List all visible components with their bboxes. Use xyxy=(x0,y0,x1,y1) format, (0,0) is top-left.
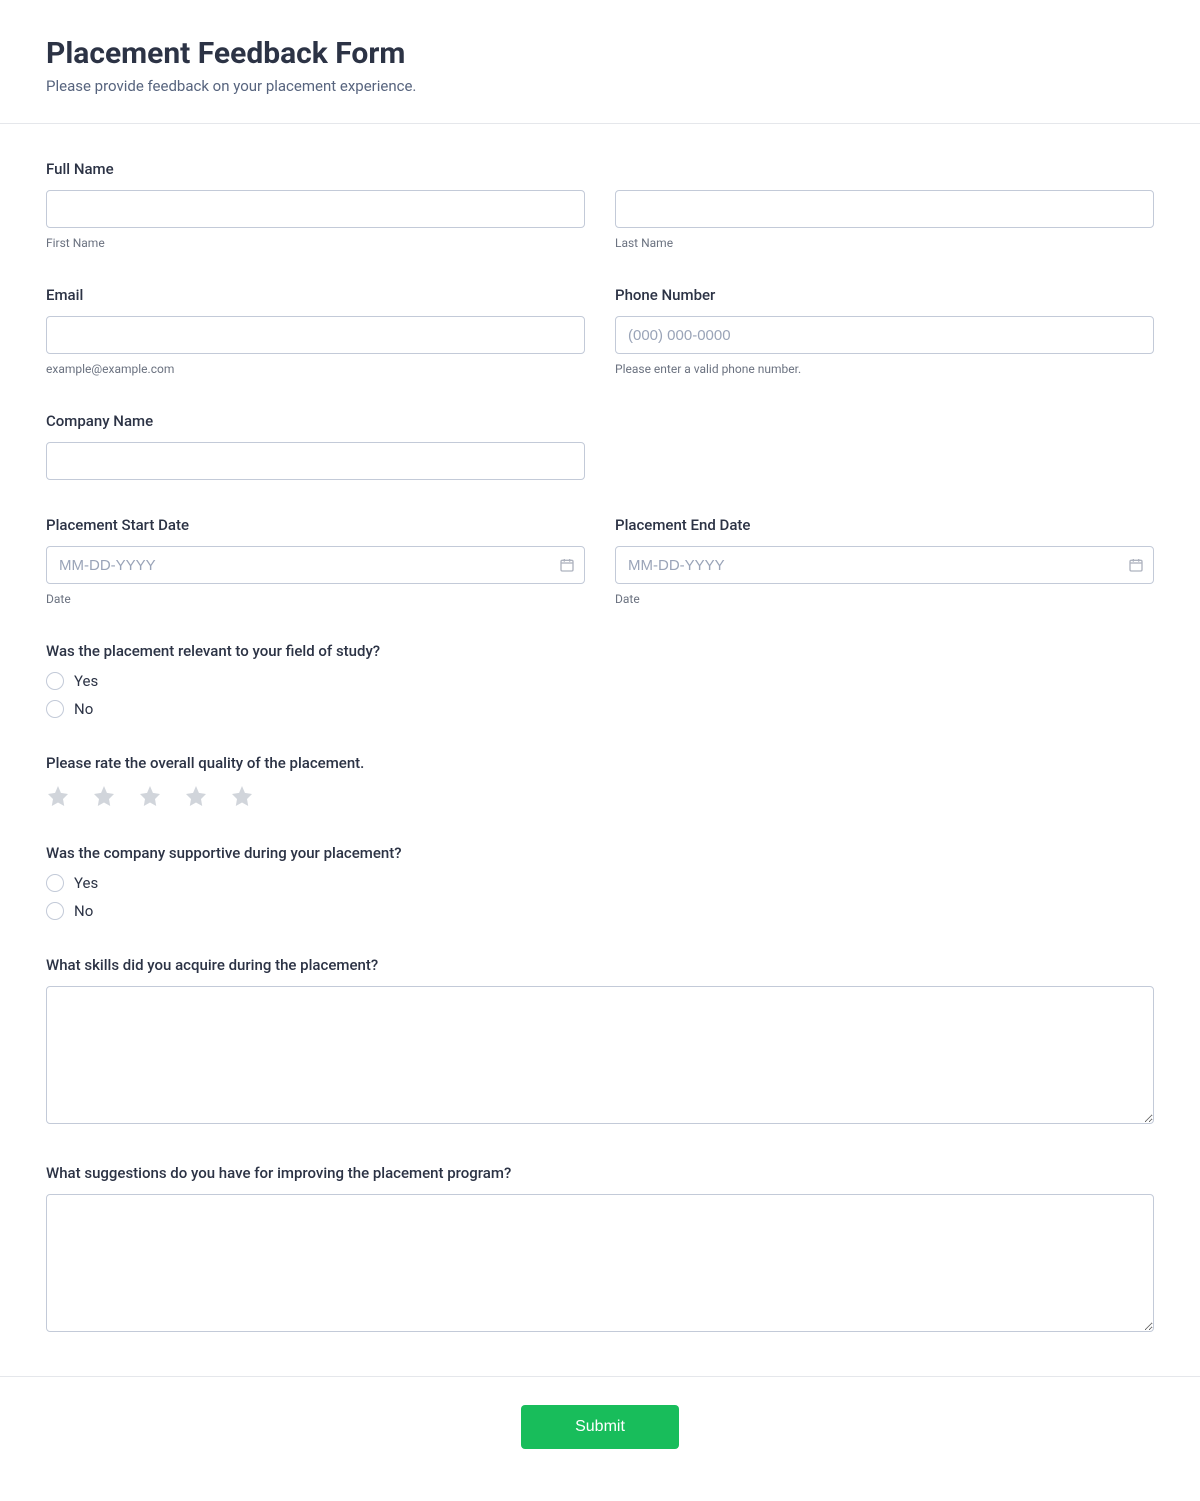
first-name-input[interactable] xyxy=(46,190,585,228)
phone-input[interactable] xyxy=(615,316,1154,354)
last-name-input[interactable] xyxy=(615,190,1154,228)
radio-icon xyxy=(46,874,64,892)
form-title: Placement Feedback Form xyxy=(46,36,1154,71)
form-footer: Submit xyxy=(0,1376,1200,1489)
calendar-icon xyxy=(1128,557,1144,573)
suggestions-textarea[interactable] xyxy=(46,1194,1154,1332)
supportive-no-label: No xyxy=(74,902,93,920)
form-header: Placement Feedback Form Please provide f… xyxy=(0,0,1200,124)
skills-label: What skills did you acquire during the p… xyxy=(46,956,1154,974)
first-name-sublabel: First Name xyxy=(46,236,585,250)
form-subtitle: Please provide feedback on your placemen… xyxy=(46,77,1154,95)
email-label: Email xyxy=(46,286,585,304)
supportive-yes-option[interactable]: Yes xyxy=(46,874,1154,892)
end-date-sublabel: Date xyxy=(615,592,1154,606)
phone-sublabel: Please enter a valid phone number. xyxy=(615,362,1154,376)
relevant-yes-option[interactable]: Yes xyxy=(46,672,1154,690)
relevant-yes-label: Yes xyxy=(74,672,98,690)
skills-textarea[interactable] xyxy=(46,986,1154,1124)
star-icon[interactable] xyxy=(138,784,162,808)
star-icon[interactable] xyxy=(46,784,70,808)
relevant-no-label: No xyxy=(74,700,93,718)
supportive-label: Was the company supportive during your p… xyxy=(46,844,1154,862)
radio-icon xyxy=(46,672,64,690)
phone-label: Phone Number xyxy=(615,286,1154,304)
suggestions-label: What suggestions do you have for improvi… xyxy=(46,1164,1154,1182)
supportive-no-option[interactable]: No xyxy=(46,902,1154,920)
calendar-icon xyxy=(559,557,575,573)
full-name-label: Full Name xyxy=(46,160,1154,178)
relevant-no-option[interactable]: No xyxy=(46,700,1154,718)
quality-label: Please rate the overall quality of the p… xyxy=(46,754,1154,772)
relevant-label: Was the placement relevant to your field… xyxy=(46,642,1154,660)
end-date-input[interactable] xyxy=(615,546,1154,584)
start-date-label: Placement Start Date xyxy=(46,516,585,534)
email-sublabel: example@example.com xyxy=(46,362,585,376)
star-icon[interactable] xyxy=(184,784,208,808)
email-input[interactable] xyxy=(46,316,585,354)
form-body: Full Name First Name Last Name Email xyxy=(0,124,1200,1376)
start-date-sublabel: Date xyxy=(46,592,585,606)
last-name-sublabel: Last Name xyxy=(615,236,1154,250)
start-date-input[interactable] xyxy=(46,546,585,584)
star-icon[interactable] xyxy=(92,784,116,808)
company-input[interactable] xyxy=(46,442,585,480)
star-rating xyxy=(46,784,1154,808)
supportive-yes-label: Yes xyxy=(74,874,98,892)
star-icon[interactable] xyxy=(230,784,254,808)
end-date-label: Placement End Date xyxy=(615,516,1154,534)
submit-button[interactable]: Submit xyxy=(521,1405,679,1449)
radio-icon xyxy=(46,700,64,718)
company-label: Company Name xyxy=(46,412,585,430)
radio-icon xyxy=(46,902,64,920)
